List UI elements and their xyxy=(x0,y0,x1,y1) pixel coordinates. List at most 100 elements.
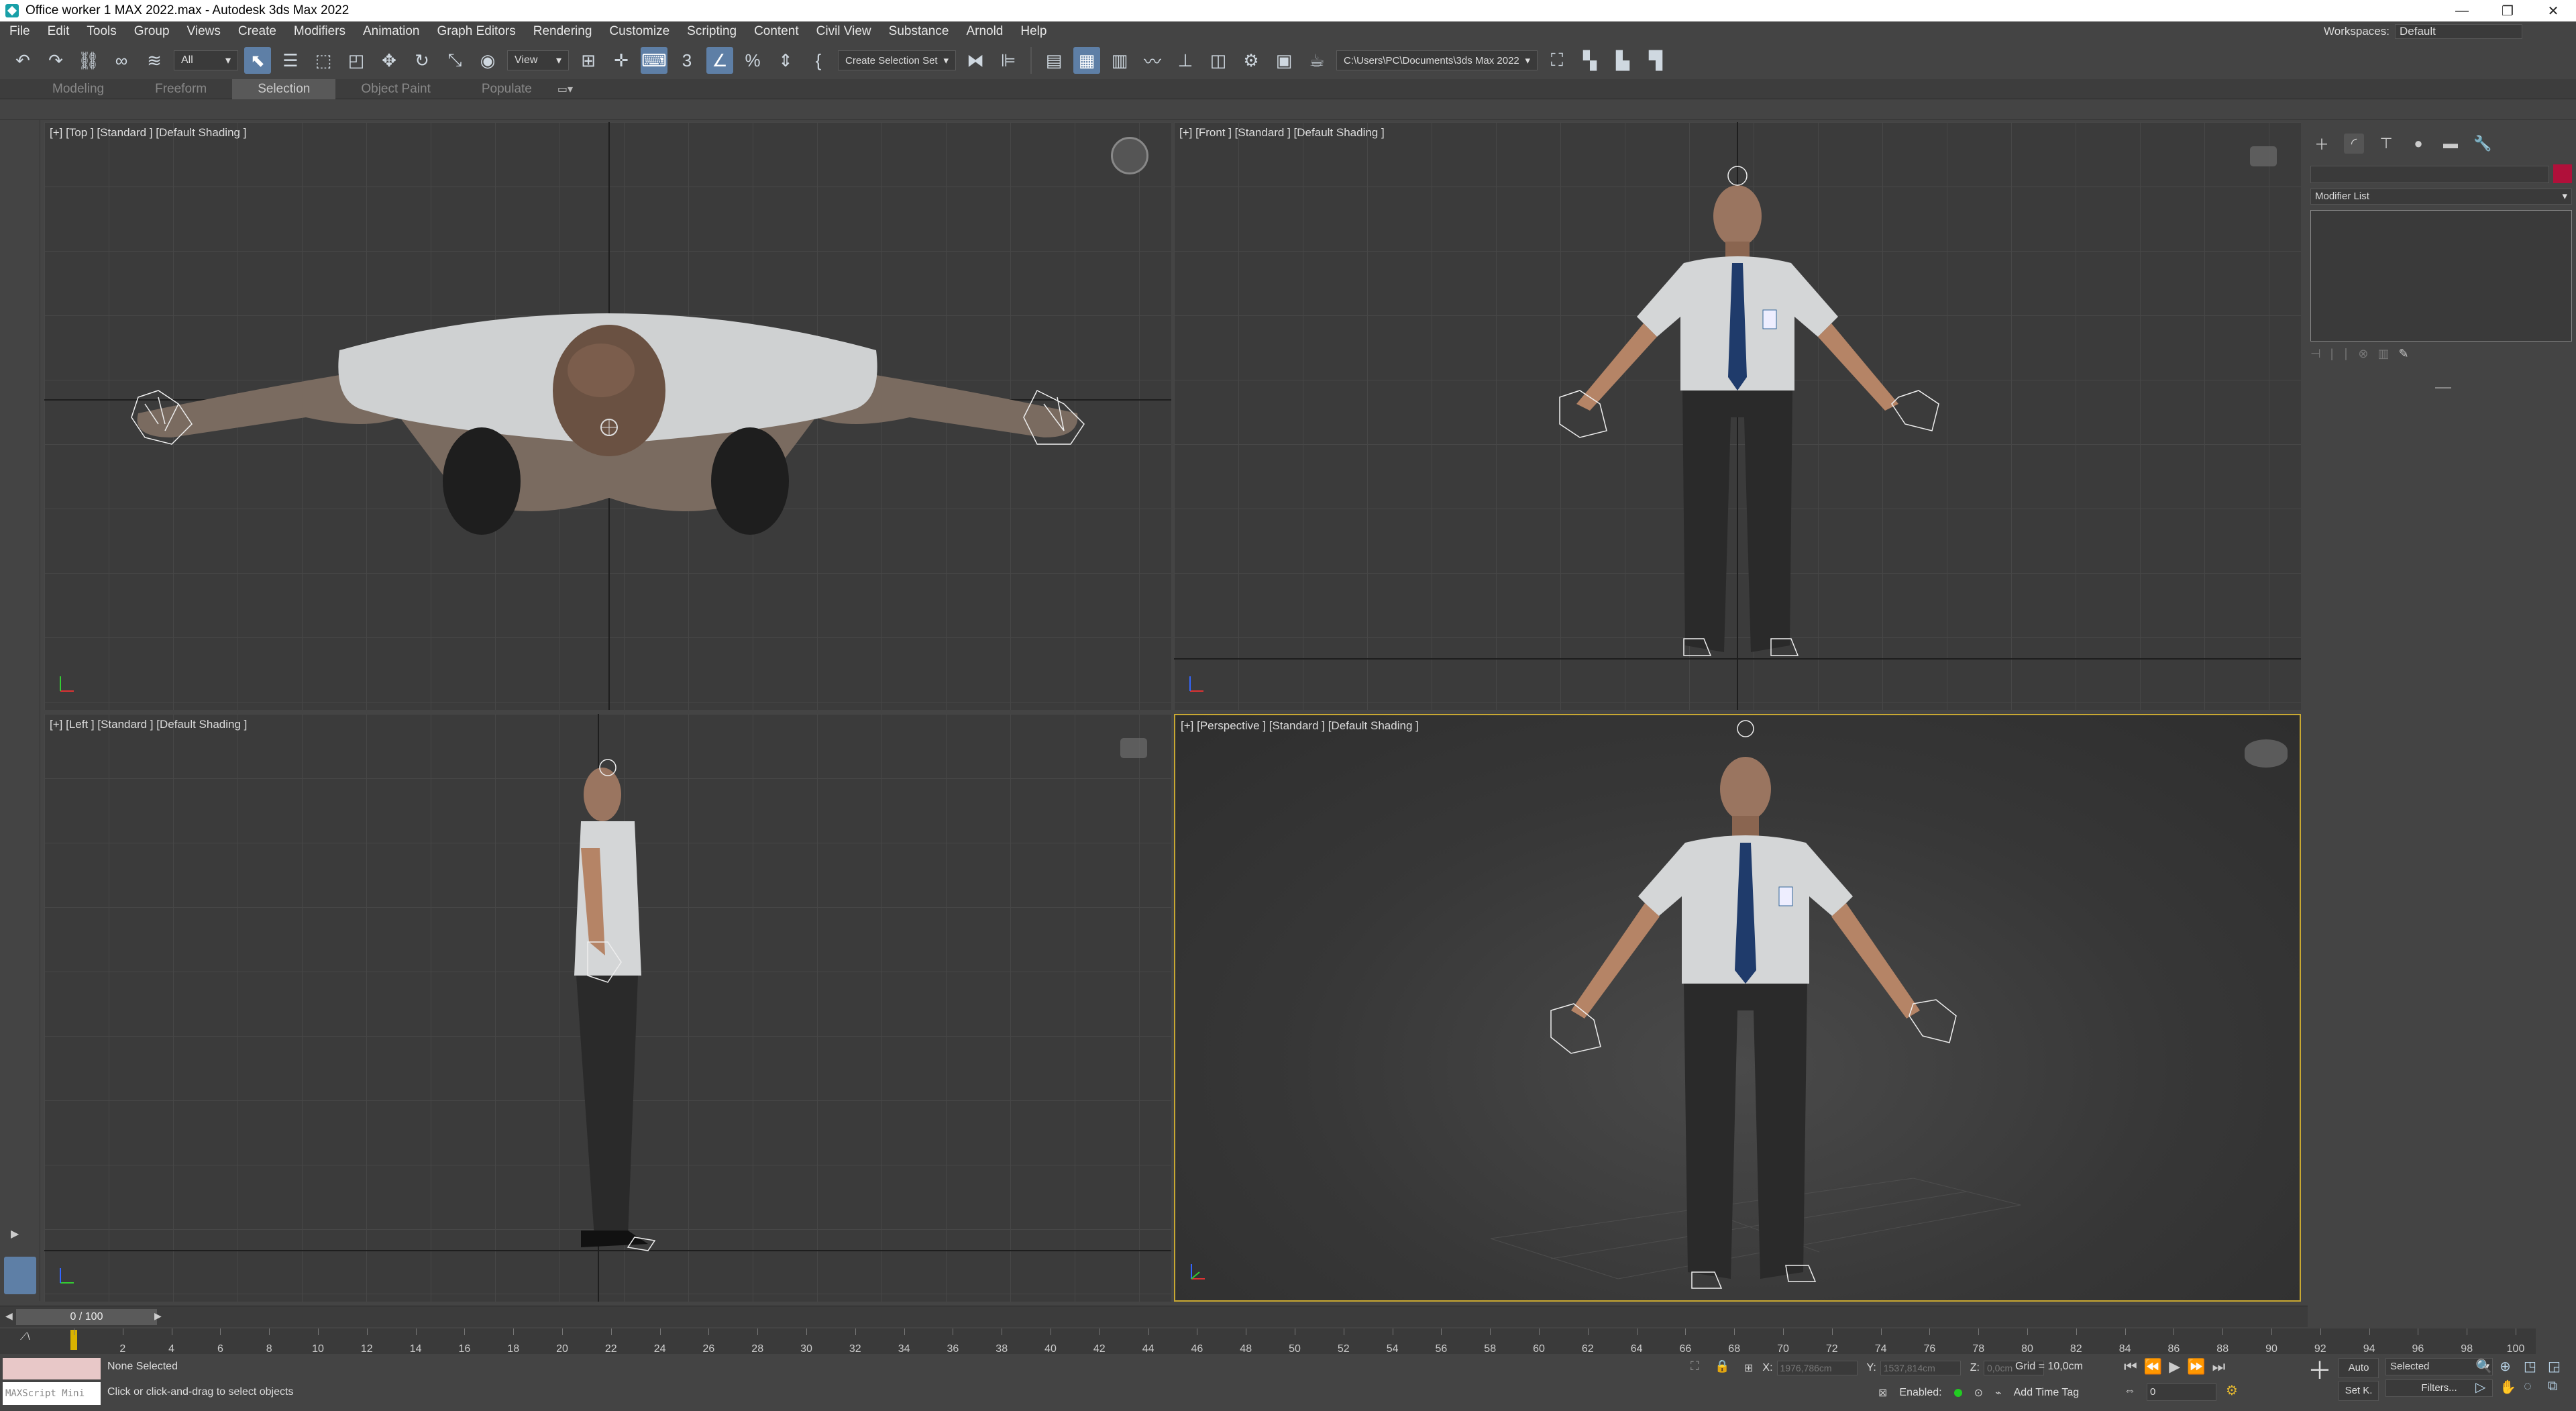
named-selection-set-dropdown[interactable]: Create Selection Set ▾ xyxy=(838,50,956,70)
render-production-icon[interactable]: ☕ xyxy=(1303,47,1330,74)
percent-snap-icon[interactable]: % xyxy=(739,47,766,74)
angle-snap-icon[interactable]: ∠ xyxy=(706,47,733,74)
maximize-viewport-icon[interactable]: ⧉ xyxy=(2548,1379,2568,1396)
undo-icon[interactable]: ↶ xyxy=(9,47,36,74)
menu-customize[interactable]: Customize xyxy=(600,24,678,39)
set-key-icon[interactable]: ＋ xyxy=(2308,1358,2332,1383)
auto-key-button[interactable]: Auto xyxy=(2339,1358,2379,1378)
time-slider[interactable]: ◀ 0 / 100 ▶ xyxy=(0,1306,2308,1327)
time-config-icon[interactable]: ⚙ xyxy=(2226,1382,2238,1399)
workspace-dropdown[interactable]: Default xyxy=(2395,24,2522,39)
move-icon[interactable]: ✥ xyxy=(376,47,402,74)
minimize-button[interactable]: — xyxy=(2439,0,2485,21)
material-editor-icon[interactable]: ◫ xyxy=(1205,47,1232,74)
project-folder-dropdown[interactable]: C:\Users\PC\Documents\3ds Max 2022 ▾ xyxy=(1336,50,1538,70)
menu-edit[interactable]: Edit xyxy=(39,24,78,39)
menu-views[interactable]: Views xyxy=(178,24,229,39)
zoom-extents-all-icon[interactable]: ◲ xyxy=(2548,1358,2568,1375)
rotate-icon[interactable]: ↻ xyxy=(409,47,435,74)
menu-file[interactable]: File xyxy=(0,24,39,39)
select-manipulate-icon[interactable]: ✛ xyxy=(608,47,635,74)
menu-graph-editors[interactable]: Graph Editors xyxy=(429,24,525,39)
track-bar[interactable]: ⟋\ 2 4 6 8 10 12 14 16 18 20 22 24 26 28 30 32 34 36 38 40 4… xyxy=(0,1328,2536,1355)
spinner-snap-icon[interactable]: ⇕ xyxy=(772,47,799,74)
zoom-extents-icon[interactable]: ◳ xyxy=(2524,1358,2544,1375)
menu-substance[interactable]: Substance xyxy=(880,24,958,39)
selection-filter-dropdown[interactable]: All ▾ xyxy=(174,50,238,70)
edit-modifier-icon[interactable]: ✎ xyxy=(2398,347,2408,361)
rendered-frame-window-icon[interactable]: ▣ xyxy=(1271,47,1297,74)
viewcube-icon[interactable] xyxy=(2250,146,2277,166)
pivot-center-icon[interactable]: ⊞ xyxy=(575,47,602,74)
maxscript-mini-listener[interactable]: MAXScript Mini xyxy=(3,1382,101,1405)
save-project-icon[interactable]: ▙ xyxy=(1609,47,1636,74)
object-name-field[interactable] xyxy=(2310,166,2549,183)
hierarchy-tab-icon[interactable]: ⊤ xyxy=(2376,134,2396,154)
viewport-left[interactable]: [+] [Left ] [Standard ] [Default Shading… xyxy=(44,714,1171,1302)
time-slider-toggle-icon[interactable]: ⇔ xyxy=(2124,1383,2136,1398)
menu-civil-view[interactable]: Civil View xyxy=(808,24,880,39)
tab-freeform[interactable]: Freeform xyxy=(129,79,232,99)
create-tab-icon[interactable]: ＋ xyxy=(2312,134,2332,154)
expand-layouts-icon[interactable]: ▶ xyxy=(11,1227,19,1241)
enabled-status-dot[interactable] xyxy=(1953,1389,1962,1397)
viewport-front[interactable]: [+] [Front ] [Standard ] [Default Shadin… xyxy=(1174,122,2301,710)
modifier-stack[interactable] xyxy=(2310,210,2572,342)
render-setup-icon[interactable]: ⚙ xyxy=(1238,47,1265,74)
link-icon[interactable]: ⛓ xyxy=(75,47,102,74)
scene-explorer-icon[interactable]: ▤ xyxy=(1040,47,1067,74)
menu-rendering[interactable]: Rendering xyxy=(525,24,601,39)
viewport-left-label[interactable]: [+] [Left ] [Standard ] [Default Shading… xyxy=(50,718,247,731)
field-of-view-icon[interactable]: ▷ xyxy=(2475,1379,2496,1396)
viewport-top[interactable]: [+] [Top ] [Standard ] [Default Shading … xyxy=(44,122,1171,710)
motion-tab-icon[interactable]: ● xyxy=(2408,134,2428,154)
play-icon[interactable]: ▶ xyxy=(2169,1358,2180,1375)
open-project-icon[interactable]: ▚ xyxy=(1576,47,1603,74)
remove-modifier-icon[interactable]: ⊗ xyxy=(2358,347,2368,361)
archive-project-icon[interactable]: ▜ xyxy=(1642,47,1669,74)
select-by-name-icon[interactable]: ☰ xyxy=(277,47,304,74)
tab-selection[interactable]: Selection xyxy=(232,79,336,99)
snaps-toggle-icon[interactable]: 3 xyxy=(674,47,700,74)
mini-curve-editor-icon[interactable]: ⟋\ xyxy=(20,1331,30,1343)
rectangular-selection-icon[interactable]: ⬚ xyxy=(310,47,337,74)
keyboard-shortcut-override-icon[interactable]: ⌨ xyxy=(641,47,667,74)
toggle-ribbon-icon[interactable]: ▥ xyxy=(1106,47,1133,74)
isolate-selection-icon[interactable]: ⛶ xyxy=(1690,1359,1699,1373)
pin-stack-icon[interactable]: ⊣ xyxy=(2310,347,2321,361)
menu-scripting[interactable]: Scripting xyxy=(678,24,745,39)
zoom-all-icon[interactable]: ⊕ xyxy=(2500,1358,2520,1375)
time-slider-prev-icon[interactable]: ◀ xyxy=(5,1310,13,1322)
menu-content[interactable]: Content xyxy=(745,24,808,39)
tab-populate[interactable]: Populate xyxy=(456,79,557,99)
add-time-tag-label[interactable]: Add Time Tag xyxy=(2014,1387,2080,1399)
menu-modifiers[interactable]: Modifiers xyxy=(285,24,354,39)
viewport-top-label[interactable]: [+] [Top ] [Standard ] [Default Shading … xyxy=(50,126,246,140)
close-button[interactable]: ✕ xyxy=(2530,0,2576,21)
menu-group[interactable]: Group xyxy=(125,24,178,39)
frame-number-field[interactable]: 0 xyxy=(2147,1383,2216,1401)
menu-help[interactable]: Help xyxy=(1012,24,1055,39)
unlink-icon[interactable]: ∞ xyxy=(108,47,135,74)
schematic-view-icon[interactable]: ⊥ xyxy=(1172,47,1199,74)
viewport-perspective[interactable]: [+] [Perspective ] [Standard ] [Default … xyxy=(1174,714,2301,1302)
selection-lock-icon[interactable]: 🔒 xyxy=(1715,1359,1729,1373)
make-unique-icon[interactable]: ∣ xyxy=(2343,347,2349,361)
layer-explorer-icon[interactable]: ▦ xyxy=(1073,47,1100,74)
window-crossing-icon[interactable]: ◰ xyxy=(343,47,370,74)
menu-arnold[interactable]: Arnold xyxy=(957,24,1012,39)
absolute-mode-icon[interactable]: ⊞ xyxy=(1744,1361,1753,1375)
maxscript-listener-output[interactable] xyxy=(3,1358,101,1379)
viewport-perspective-label[interactable]: [+] [Perspective ] [Standard ] [Default … xyxy=(1181,719,1419,733)
tab-object-paint[interactable]: Object Paint xyxy=(335,79,456,99)
set-project-folder-icon[interactable]: ⛶ xyxy=(1544,47,1570,74)
edit-named-selection-icon[interactable]: { xyxy=(805,47,832,74)
menu-create[interactable]: Create xyxy=(229,24,285,39)
next-frame-icon[interactable]: ⏩ xyxy=(2187,1358,2205,1375)
ribbon-options-icon[interactable]: ▭▾ xyxy=(557,83,573,96)
redo-icon[interactable]: ↷ xyxy=(42,47,69,74)
display-tab-icon[interactable]: ▬ xyxy=(2440,134,2461,154)
orbit-icon[interactable]: ◌ xyxy=(2524,1379,2544,1396)
viewcube-icon[interactable] xyxy=(1111,137,1148,174)
viewcube-icon[interactable] xyxy=(2245,739,2288,768)
